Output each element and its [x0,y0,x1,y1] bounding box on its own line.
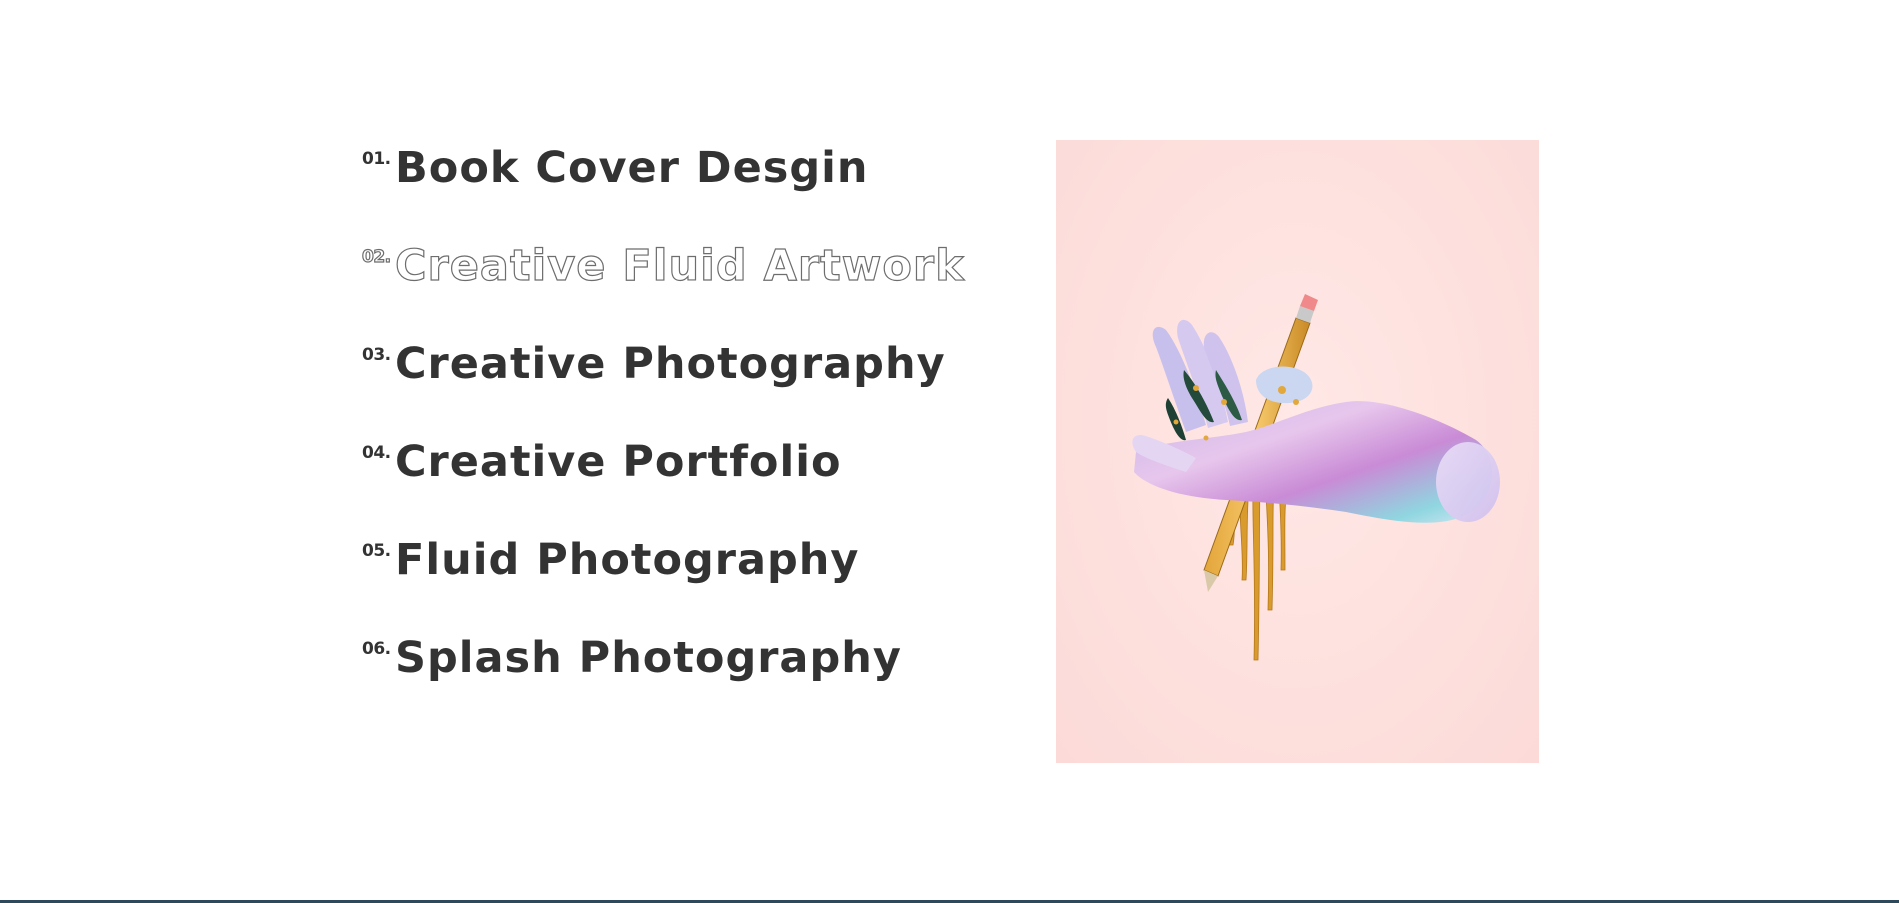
project-title-link[interactable]: Creative Fluid Artwork [394,240,965,293]
hand-shape [1132,319,1500,523]
project-number: 01. [362,149,391,169]
project-item-6[interactable]: 06. Splash Photography [362,633,1062,731]
project-item-2[interactable]: 02. Creative Fluid Artwork [361,240,1062,339]
project-number: 05. [362,541,391,561]
project-number: 03. [362,345,391,365]
project-title-link[interactable]: Creative Portfolio [395,437,842,489]
project-title-link[interactable]: Fluid Photography [395,535,859,587]
page: 01. Book Cover Desgin 02. Creative Fluid… [0,0,1899,903]
project-number: 04. [362,443,391,463]
project-list: 01. Book Cover Desgin 02. Creative Fluid… [361,143,1062,731]
project-item-5[interactable]: 05. Fluid Photography [362,535,1062,633]
project-preview-image [1056,140,1539,763]
project-title-link[interactable]: Book Cover Desgin [395,143,868,195]
project-item-1[interactable]: 01. Book Cover Desgin [362,143,1062,241]
project-number: 06. [362,639,391,659]
project-title-link[interactable]: Splash Photography [395,633,902,685]
project-title-link[interactable]: Creative Photography [395,339,946,391]
project-item-3[interactable]: 03. Creative Photography [362,339,1062,437]
project-number: 02. [361,247,391,267]
holographic-hand-illustration [1132,294,1500,661]
project-item-4[interactable]: 04. Creative Portfolio [362,437,1062,535]
